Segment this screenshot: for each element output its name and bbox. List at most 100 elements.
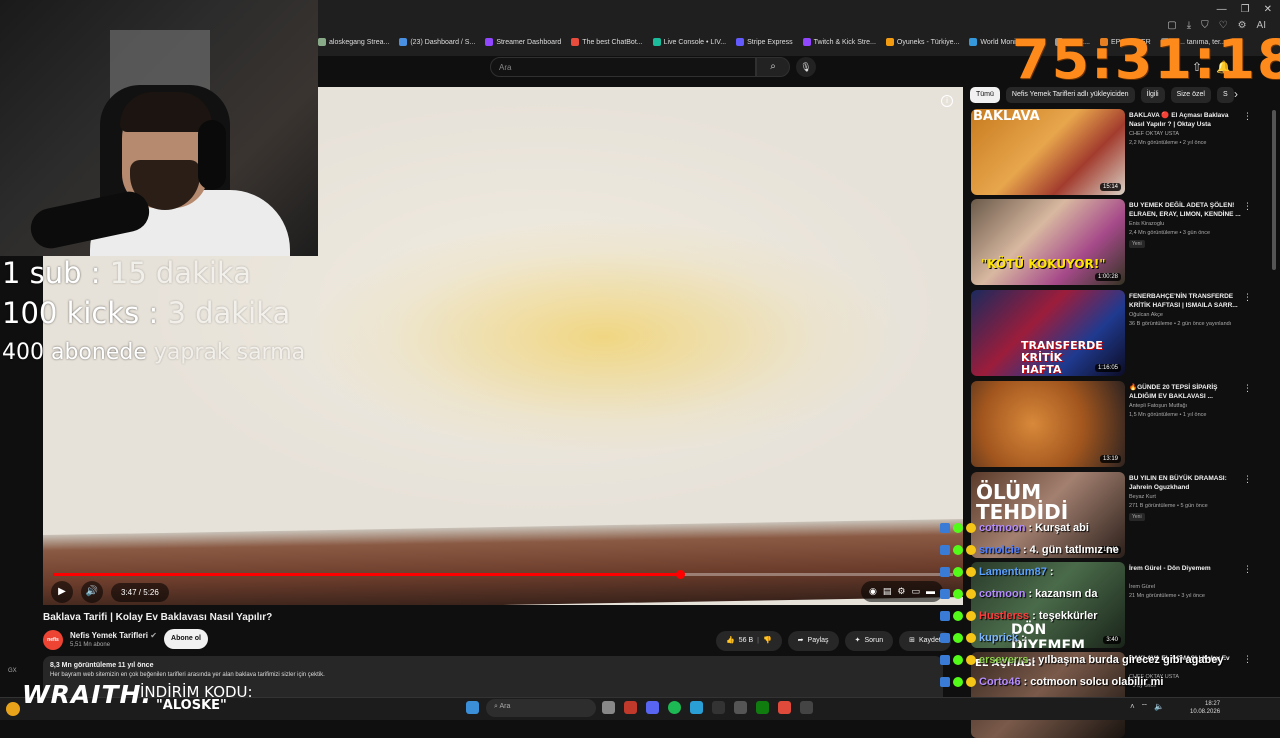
like-button[interactable]: 👍 56 B | 👎: [716, 631, 782, 651]
recommended-video-channel[interactable]: Antepli Fatoşun Mutfağı: [1129, 403, 1187, 409]
recommended-video-title[interactable]: 🔥GÜNDE 20 TEPSİ SİPARİŞ ALDIĞIM EV BAKLA…: [1129, 383, 1241, 401]
search-button[interactable]: ⌕: [756, 57, 790, 77]
speaker-icon[interactable]: 🔈: [1154, 702, 1164, 712]
recommended-video-title[interactable]: BAKLAVA 🔴 El Açması Baklava Nasıl Yapılı…: [1129, 111, 1241, 129]
recommended-video-meta: 271 B görüntüleme • 5 gün önce: [1129, 503, 1208, 509]
miniplayer-icon[interactable]: ▭: [911, 586, 920, 597]
more-options-icon[interactable]: ⋮: [1243, 654, 1252, 665]
chat-username[interactable]: cotmoon: [979, 588, 1025, 600]
taskbar-search[interactable]: ⌕ Ara: [486, 699, 596, 717]
weather-icon[interactable]: [6, 702, 20, 716]
progress-bar[interactable]: [53, 570, 953, 579]
video-thumbnail[interactable]: "KÖTÜ KOKUYOR!" 1:00:28: [971, 199, 1125, 285]
play-button[interactable]: ▶: [51, 581, 73, 603]
chat-message: Lamentum87 :: [940, 566, 1057, 578]
bookmark-item[interactable]: The best ChatBot...: [571, 38, 643, 46]
app-icon[interactable]: [778, 701, 791, 714]
scrollbar[interactable]: [1272, 110, 1276, 270]
bookmark-item[interactable]: (23) Dashboard / S...: [399, 38, 475, 46]
wifi-icon[interactable]: ⌔: [1141, 702, 1149, 712]
chat-separator: :: [1028, 588, 1033, 600]
player-controls-right: ◉ ▤ ⚙ ▭ ▬: [861, 581, 943, 602]
recommended-video-title[interactable]: İrem Gürel - Dön Diyemem: [1129, 564, 1241, 573]
info-icon[interactable]: i: [941, 95, 953, 107]
telegram-icon[interactable]: [690, 701, 703, 714]
more-options-icon[interactable]: ⋮: [1243, 564, 1252, 575]
bookmark-item[interactable]: aloskegang Strea...: [318, 38, 389, 46]
video-thumbnail[interactable]: BAKLAVA 15:14: [971, 109, 1125, 195]
maximize-icon[interactable]: ❐: [1241, 4, 1250, 15]
recommended-video[interactable]: 13:19 🔥GÜNDE 20 TEPSİ SİPARİŞ ALDIĞIM EV …: [971, 381, 1271, 467]
bookmark-item[interactable]: Oyuneks - Türkiye...: [885, 38, 960, 46]
chat-username[interactable]: smolcie: [979, 544, 1020, 556]
windows-start-icon[interactable]: [466, 701, 479, 714]
more-options-icon[interactable]: ⋮: [1243, 201, 1252, 212]
recommended-video-channel[interactable]: Beyaz Kurt: [1129, 494, 1156, 500]
filter-chip[interactable]: Tümü: [970, 87, 1000, 103]
recommended-video-channel[interactable]: Oğulcan Akçe: [1129, 312, 1163, 318]
sponsor-code: "ALOSKE": [156, 698, 227, 713]
chat-username[interactable]: Corto46: [979, 676, 1021, 688]
channel-avatar[interactable]: nefis: [43, 630, 63, 650]
bookmark-item[interactable]: Stripe Express: [736, 38, 793, 46]
xbox-icon[interactable]: [756, 701, 769, 714]
volume-button[interactable]: 🔊: [81, 581, 103, 603]
chat-username[interactable]: cotmoon: [979, 522, 1025, 534]
subscribe-button[interactable]: Abone ol: [164, 629, 208, 649]
bookmark-label: Oyuneks - Türkiye...: [896, 38, 960, 46]
steam-icon[interactable]: [734, 701, 747, 714]
more-options-icon[interactable]: ⋮: [1243, 292, 1252, 303]
channel-name[interactable]: Nefis Yemek Tarifleri ✔: [70, 631, 157, 640]
opera-gx-icon[interactable]: [624, 701, 637, 714]
more-options-icon[interactable]: ⋮: [1243, 474, 1252, 485]
more-options-icon[interactable]: ⋮: [1243, 111, 1252, 122]
chat-username[interactable]: Lamentum87: [979, 566, 1047, 578]
bookmark-item[interactable]: Live Console • LIV...: [652, 38, 726, 46]
video-thumbnail[interactable]: 13:19: [971, 381, 1125, 467]
app-icon[interactable]: [800, 701, 813, 714]
theater-mode-icon[interactable]: ▬: [926, 586, 935, 597]
spotify-icon[interactable]: [668, 701, 681, 714]
close-icon[interactable]: ✕: [1264, 4, 1272, 15]
recommended-video-title[interactable]: BU YEMEK DEĞİL ADETA ŞÖLEN! ELRAEN, ERAY…: [1129, 201, 1241, 219]
bookmark-item[interactable]: Streamer Dashboard: [485, 38, 561, 46]
discord-icon[interactable]: [646, 701, 659, 714]
chat-username[interactable]: Hustlerss: [979, 610, 1029, 622]
recommended-video-channel[interactable]: İrem Gürel: [1129, 584, 1155, 590]
recommended-video-channel[interactable]: CHEF OKTAY USTA: [1129, 131, 1179, 137]
overlay-kicks-rule-a: 100 kicks :: [2, 296, 168, 330]
video-thumbnail[interactable]: TRANSFERDE KRİTİK HAFTA 1:16:05: [971, 290, 1125, 376]
autoplay-toggle-icon[interactable]: ◉: [869, 586, 877, 597]
ask-button[interactable]: ✦ Sorun: [844, 631, 894, 651]
bookmark-label: aloskegang Strea...: [329, 38, 390, 46]
recommended-video-meta: 36 B görüntüleme • 2 gün önce yayınlandı: [1129, 321, 1232, 327]
recommended-video[interactable]: BAKLAVA 15:14 BAKLAVA 🔴 El Açması Baklava …: [971, 109, 1271, 195]
recommended-video-title[interactable]: BU YILIN EN BÜYÜK DRAMASI: Jahrein Oguzk…: [1129, 474, 1241, 492]
share-button[interactable]: ➦ Paylaş: [787, 631, 839, 651]
chat-username[interactable]: erseverrs: [979, 654, 1029, 666]
chevron-up-icon[interactable]: ˄: [1130, 702, 1135, 712]
voice-search-button[interactable]: 🎙: [796, 57, 816, 77]
new-badge: Yeni: [1129, 240, 1145, 248]
more-options-icon[interactable]: ⋮: [1243, 383, 1252, 394]
recommended-video[interactable]: TRANSFERDE KRİTİK HAFTA 1:16:05 FENERBAHÇE…: [971, 290, 1271, 376]
settings-gear-icon[interactable]: ⚙: [897, 586, 905, 597]
file-explorer-icon[interactable]: [602, 701, 615, 714]
stream-timer: 75:31:18: [1012, 28, 1280, 91]
verified-badge-icon: [953, 655, 963, 665]
subtitles-icon[interactable]: ▤: [883, 586, 892, 597]
chat-message: kuprick:: [940, 632, 1028, 644]
recommended-video[interactable]: "KÖTÜ KOKUYOR!" 1:00:28 BU YEMEK DEĞİL ADE…: [971, 199, 1271, 285]
verified-badge-icon: [953, 633, 963, 643]
system-clock[interactable]: 18:27 10.08.2026: [1190, 700, 1220, 716]
app-icon[interactable]: [712, 701, 725, 714]
minimize-icon[interactable]: —: [1217, 4, 1227, 15]
search-input[interactable]: Ara: [490, 57, 756, 77]
chat-username[interactable]: kuprick: [979, 632, 1018, 644]
thumbs-down-icon[interactable]: 👎: [763, 631, 772, 651]
recommended-video-title[interactable]: FENERBAHÇE'NİN TRANSFERDE KRİTİK HAFTASI…: [1129, 292, 1241, 310]
bookmark-item[interactable]: Twitch & Kick Stre...: [802, 38, 876, 46]
progress-fill: [53, 573, 681, 576]
bookmark-favicon-icon: [652, 38, 661, 46]
recommended-video-channel[interactable]: Enis Kirazoglu: [1129, 221, 1164, 227]
